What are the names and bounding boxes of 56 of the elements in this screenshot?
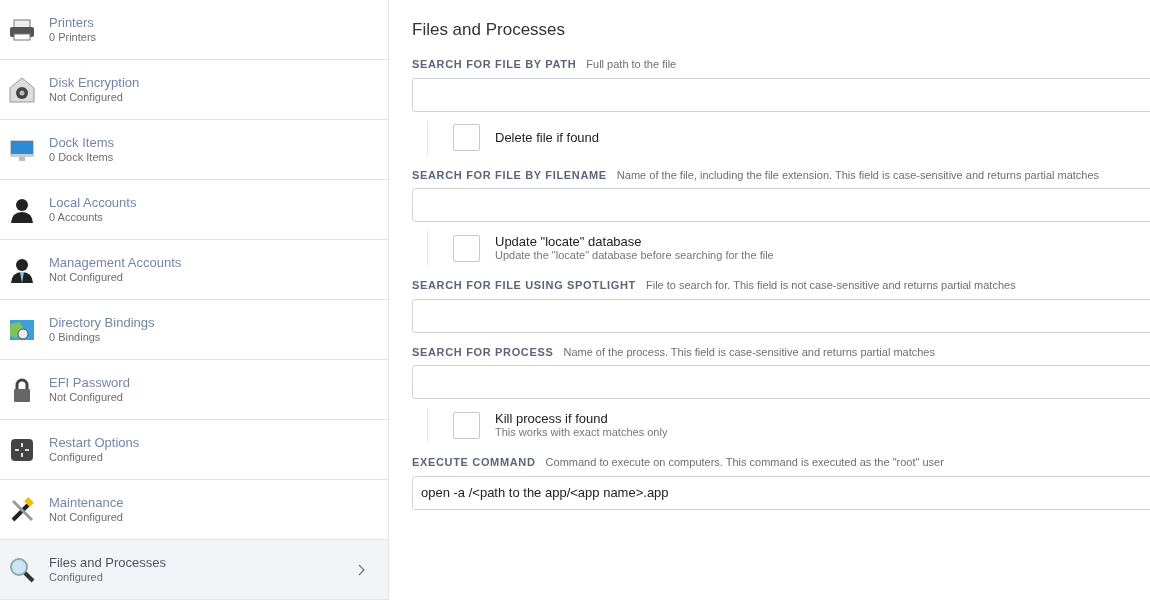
sidebar-item[interactable]: Directory Bindings 0 Bindings [0, 300, 388, 360]
field-hint: File to search for. This field is not case-sensitive and returns partial matches [645, 278, 1016, 294]
item-status: 0 Accounts [49, 211, 104, 224]
field-label: EXECUTE COMMAND [412, 455, 536, 471]
field-label: SEARCH FOR FILE BY PATH [412, 57, 577, 73]
field-hint: Name of the file, including the file extension. This field is case-sensitive and returns partial matches [616, 167, 1100, 183]
sidebar-item[interactable]: Restart Options Configured [0, 420, 388, 480]
item-status: Not Configured [49, 271, 124, 284]
sidebar-item[interactable]: Printers 0 Printers [0, 0, 388, 60]
sidebar-item[interactable]: Files and Processes Configured [0, 540, 388, 600]
item-status: 0 Printers [49, 31, 97, 44]
item-status: Configured [49, 571, 104, 584]
item-title: Files and Processes [49, 555, 167, 571]
sidebar-item[interactable]: Dock Items 0 Dock Items [0, 120, 388, 180]
checkbox[interactable] [453, 234, 480, 262]
item-title: EFI Password [49, 375, 130, 391]
field-hint: Command to execute on computers. This command is executed as the "root" user [545, 455, 944, 471]
field-hint: Full path to the file [586, 57, 677, 73]
chevron-right-icon [358, 563, 366, 576]
item-title: Disk Encryption [49, 75, 140, 91]
checkbox-label: Kill process if found [495, 411, 609, 427]
input-field[interactable]: open -a /<path to the app/<app name>.app [412, 475, 1150, 510]
checkbox[interactable] [453, 411, 480, 439]
magnifier-icon [8, 555, 36, 584]
sidebar-item[interactable]: EFI Password Not Configured [0, 360, 388, 420]
item-status: 0 Dock Items [49, 151, 114, 164]
sidebar-item[interactable]: Local Accounts 0 Accounts [0, 180, 388, 240]
checkbox-label: Update "locate" database [495, 234, 643, 250]
item-title: Dock Items [49, 135, 114, 151]
item-title: Printers [49, 15, 95, 31]
field-label: SEARCH FOR FILE BY FILENAME [412, 167, 607, 183]
input-field[interactable] [412, 298, 1150, 333]
item-title: Local Accounts [49, 195, 137, 211]
field-label: SEARCH FOR PROCESS [412, 344, 554, 360]
item-status: Not Configured [49, 91, 124, 104]
field-hint: Name of the process. This field is case-sensitive and returns partial matches [563, 344, 935, 360]
sidebar-item[interactable]: Management Accounts Not Configured [0, 240, 388, 300]
input-field[interactable] [412, 77, 1150, 112]
input-field[interactable] [412, 188, 1150, 223]
field-label: SEARCH FOR FILE USING SPOTLIGHT [412, 278, 636, 294]
checkbox-description: Update the "locate" database before searching for the file [495, 249, 774, 263]
item-status: Not Configured [49, 511, 124, 524]
item-title: Maintenance [49, 495, 124, 511]
item-title: Management Accounts [49, 255, 182, 271]
checkbox-label: Delete file if found [495, 130, 600, 146]
sidebar-item[interactable]: Disk Encryption Not Configured [0, 60, 388, 120]
item-title: Restart Options [49, 435, 140, 451]
item-status: 0 Bindings [49, 331, 102, 344]
gear-house-icon [8, 75, 36, 104]
item-status: Not Configured [49, 391, 124, 404]
checkbox[interactable] [453, 124, 480, 152]
item-title: Directory Bindings [49, 315, 155, 331]
input-field[interactable] [412, 365, 1150, 400]
checkbox-description: This works with exact matches only [495, 426, 668, 440]
page-title: Files and Processes [412, 20, 567, 41]
item-status: Configured [49, 451, 104, 464]
